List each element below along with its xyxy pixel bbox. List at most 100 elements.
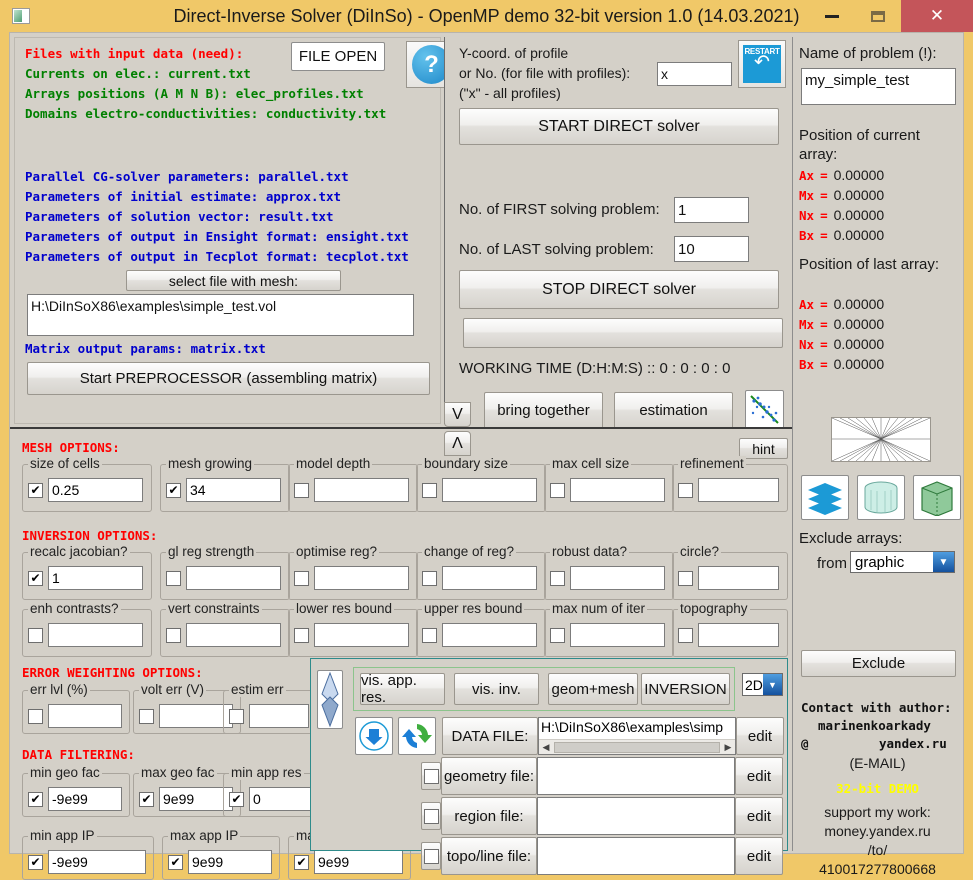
mesh-field-refinement[interactable]: refinement xyxy=(672,456,788,512)
mesh-checkbox-2[interactable] xyxy=(294,482,309,498)
err-input-2[interactable] xyxy=(249,704,309,728)
download-button[interactable] xyxy=(355,717,393,755)
err-checkbox-0[interactable] xyxy=(28,708,43,724)
mesh-checkbox-4[interactable] xyxy=(550,482,565,498)
start-direct-solver-button[interactable]: START DIRECT solver xyxy=(459,108,779,145)
exclude-from-select[interactable]: graphic ▼ xyxy=(850,551,955,573)
ray-fan-preview[interactable] xyxy=(831,417,931,462)
mesh-input-3[interactable] xyxy=(442,478,537,502)
filter-checkbox-r1-2[interactable]: ✔ xyxy=(229,791,244,807)
file-open-button[interactable]: FILE OPEN xyxy=(291,42,385,71)
inv-checkbox-r2-5[interactable] xyxy=(678,627,693,643)
filter-checkbox-r2-2[interactable]: ✔ xyxy=(294,854,309,870)
inv-checkbox-r1-5[interactable] xyxy=(678,570,693,586)
mesh-field-mesh-growing[interactable]: mesh growing ✔ 34 xyxy=(160,456,290,512)
inv-input-r2-5[interactable] xyxy=(698,623,779,647)
inv-field-gl-reg-strength[interactable]: gl reg strength xyxy=(160,544,290,600)
inv-checkbox-r1-1[interactable] xyxy=(166,570,181,586)
collapse-up-button[interactable]: Λ xyxy=(444,431,471,456)
mesh-checkbox-0[interactable]: ✔ xyxy=(28,482,43,498)
inversion-button[interactable]: INVERSION xyxy=(641,673,730,705)
vis-app-res-button[interactable]: vis. app. res. xyxy=(360,672,445,706)
chevron-down-icon[interactable]: ▼ xyxy=(933,552,954,572)
inv-field-lower-res-bound[interactable]: lower res bound xyxy=(288,601,418,657)
inv-field-robust-data[interactable]: robust data? xyxy=(544,544,674,600)
filter-input-r2-0[interactable]: -9e99 xyxy=(48,850,146,874)
mesh-input-1[interactable]: 34 xyxy=(186,478,281,502)
topo-path-input[interactable] xyxy=(537,837,735,875)
err-checkbox-2[interactable] xyxy=(229,708,244,724)
inv-checkbox-r2-2[interactable] xyxy=(294,627,309,643)
mesh-checkbox-5[interactable] xyxy=(678,482,693,498)
vertical-arrow-button[interactable] xyxy=(317,670,343,729)
inv-checkbox-r1-4[interactable] xyxy=(550,570,565,586)
prism-button[interactable] xyxy=(913,475,961,520)
err-field-err-lvl[interactable]: err lvl (%) xyxy=(22,682,130,734)
inv-field-recalc-jacobian[interactable]: recalc jacobian? ✔ 1 xyxy=(22,544,152,600)
region-edit-button[interactable]: edit xyxy=(735,797,783,835)
inv-field-max-num-of-iter[interactable]: max num of iter xyxy=(544,601,674,657)
inv-field-circle[interactable]: circle? xyxy=(672,544,788,600)
mesh-checkbox-3[interactable] xyxy=(422,482,437,498)
ycoord-input[interactable]: x xyxy=(657,62,732,86)
filter-field-max-app-ip[interactable]: max app IP ✔ 9e99 xyxy=(162,828,280,880)
scroll-left-icon[interactable]: ◀ xyxy=(539,742,553,753)
filter-checkbox-r1-1[interactable]: ✔ xyxy=(139,791,154,807)
data-file-edit-button[interactable]: edit xyxy=(736,717,784,755)
dimension-chevron-down-icon[interactable]: ▼ xyxy=(763,674,782,695)
topo-label-button[interactable]: topo/line file: xyxy=(441,837,537,875)
geometry-edit-button[interactable]: edit xyxy=(735,757,783,795)
inv-checkbox-r2-3[interactable] xyxy=(422,627,437,643)
mesh-input-0[interactable]: 0.25 xyxy=(48,478,143,502)
err-checkbox-1[interactable] xyxy=(139,708,154,724)
inv-input-r1-5[interactable] xyxy=(698,566,779,590)
mesh-input-4[interactable] xyxy=(570,478,665,502)
restart-button[interactable]: RESTART ↶ xyxy=(738,40,786,88)
inv-field-vert-constraints[interactable]: vert constraints xyxy=(160,601,290,657)
inv-input-r1-2[interactable] xyxy=(314,566,409,590)
geometry-label-button[interactable]: geometry file: xyxy=(441,757,537,795)
geom-mesh-button[interactable]: geom+mesh xyxy=(548,673,638,705)
layers-button[interactable] xyxy=(801,475,849,520)
dimension-select[interactable]: 2D ▼ xyxy=(742,673,783,696)
close-button[interactable]: ✕ xyxy=(901,0,973,32)
inv-checkbox-r1-2[interactable] xyxy=(294,570,309,586)
filter-input-r1-0[interactable]: -9e99 xyxy=(48,787,122,811)
select-mesh-button[interactable]: select file with mesh: xyxy=(126,270,341,291)
inv-input-r2-0[interactable] xyxy=(48,623,143,647)
bring-together-button[interactable]: bring together xyxy=(484,392,603,429)
start-preprocessor-button[interactable]: Start PREPROCESSOR (assembling matrix) xyxy=(27,362,430,395)
exclude-button[interactable]: Exclude xyxy=(801,650,956,677)
cylinder-button[interactable] xyxy=(857,475,905,520)
stop-direct-solver-button[interactable]: STOP DIRECT solver xyxy=(459,270,779,309)
topo-edit-button[interactable]: edit xyxy=(735,837,783,875)
inv-checkbox-r2-4[interactable] xyxy=(550,627,565,643)
inv-field-upper-res-bound[interactable]: upper res bound xyxy=(416,601,546,657)
err-field-estim-err[interactable]: estim err xyxy=(223,682,317,734)
inv-input-r1-1[interactable] xyxy=(186,566,281,590)
filter-checkbox-r2-1[interactable]: ✔ xyxy=(168,854,183,870)
inv-checkbox-r2-1[interactable] xyxy=(166,627,181,643)
err-input-1[interactable] xyxy=(159,704,233,728)
filter-input-r1-1[interactable]: 9e99 xyxy=(159,787,233,811)
inv-input-r2-4[interactable] xyxy=(570,623,665,647)
inv-field-change-of-reg[interactable]: change of reg? xyxy=(416,544,546,600)
inv-checkbox-r1-0[interactable]: ✔ xyxy=(28,570,43,586)
minimize-button[interactable] xyxy=(809,0,855,32)
inv-field-topography[interactable]: topography xyxy=(672,601,788,657)
filter-field-min-app-ip[interactable]: min app IP ✔ -9e99 xyxy=(22,828,154,880)
mesh-field-max-cell-size[interactable]: max cell size xyxy=(544,456,674,512)
data-file-path[interactable]: H:\DiInSoX86\examples\simp xyxy=(539,718,735,736)
inv-input-r2-2[interactable] xyxy=(314,623,409,647)
scatter-chart-button[interactable] xyxy=(745,390,784,429)
inv-input-r1-4[interactable] xyxy=(570,566,665,590)
geometry-checkbox[interactable] xyxy=(421,762,441,790)
inv-field-optimise-reg[interactable]: optimise reg? xyxy=(288,544,418,600)
region-path-input[interactable] xyxy=(537,797,735,835)
mesh-input-5[interactable] xyxy=(698,478,779,502)
maximize-button[interactable] xyxy=(855,0,901,32)
data-file-label-button[interactable]: DATA FILE: xyxy=(442,717,538,755)
vis-inv-button[interactable]: vis. inv. xyxy=(454,673,539,705)
region-checkbox[interactable] xyxy=(421,802,441,830)
filter-checkbox-r1-0[interactable]: ✔ xyxy=(28,791,43,807)
